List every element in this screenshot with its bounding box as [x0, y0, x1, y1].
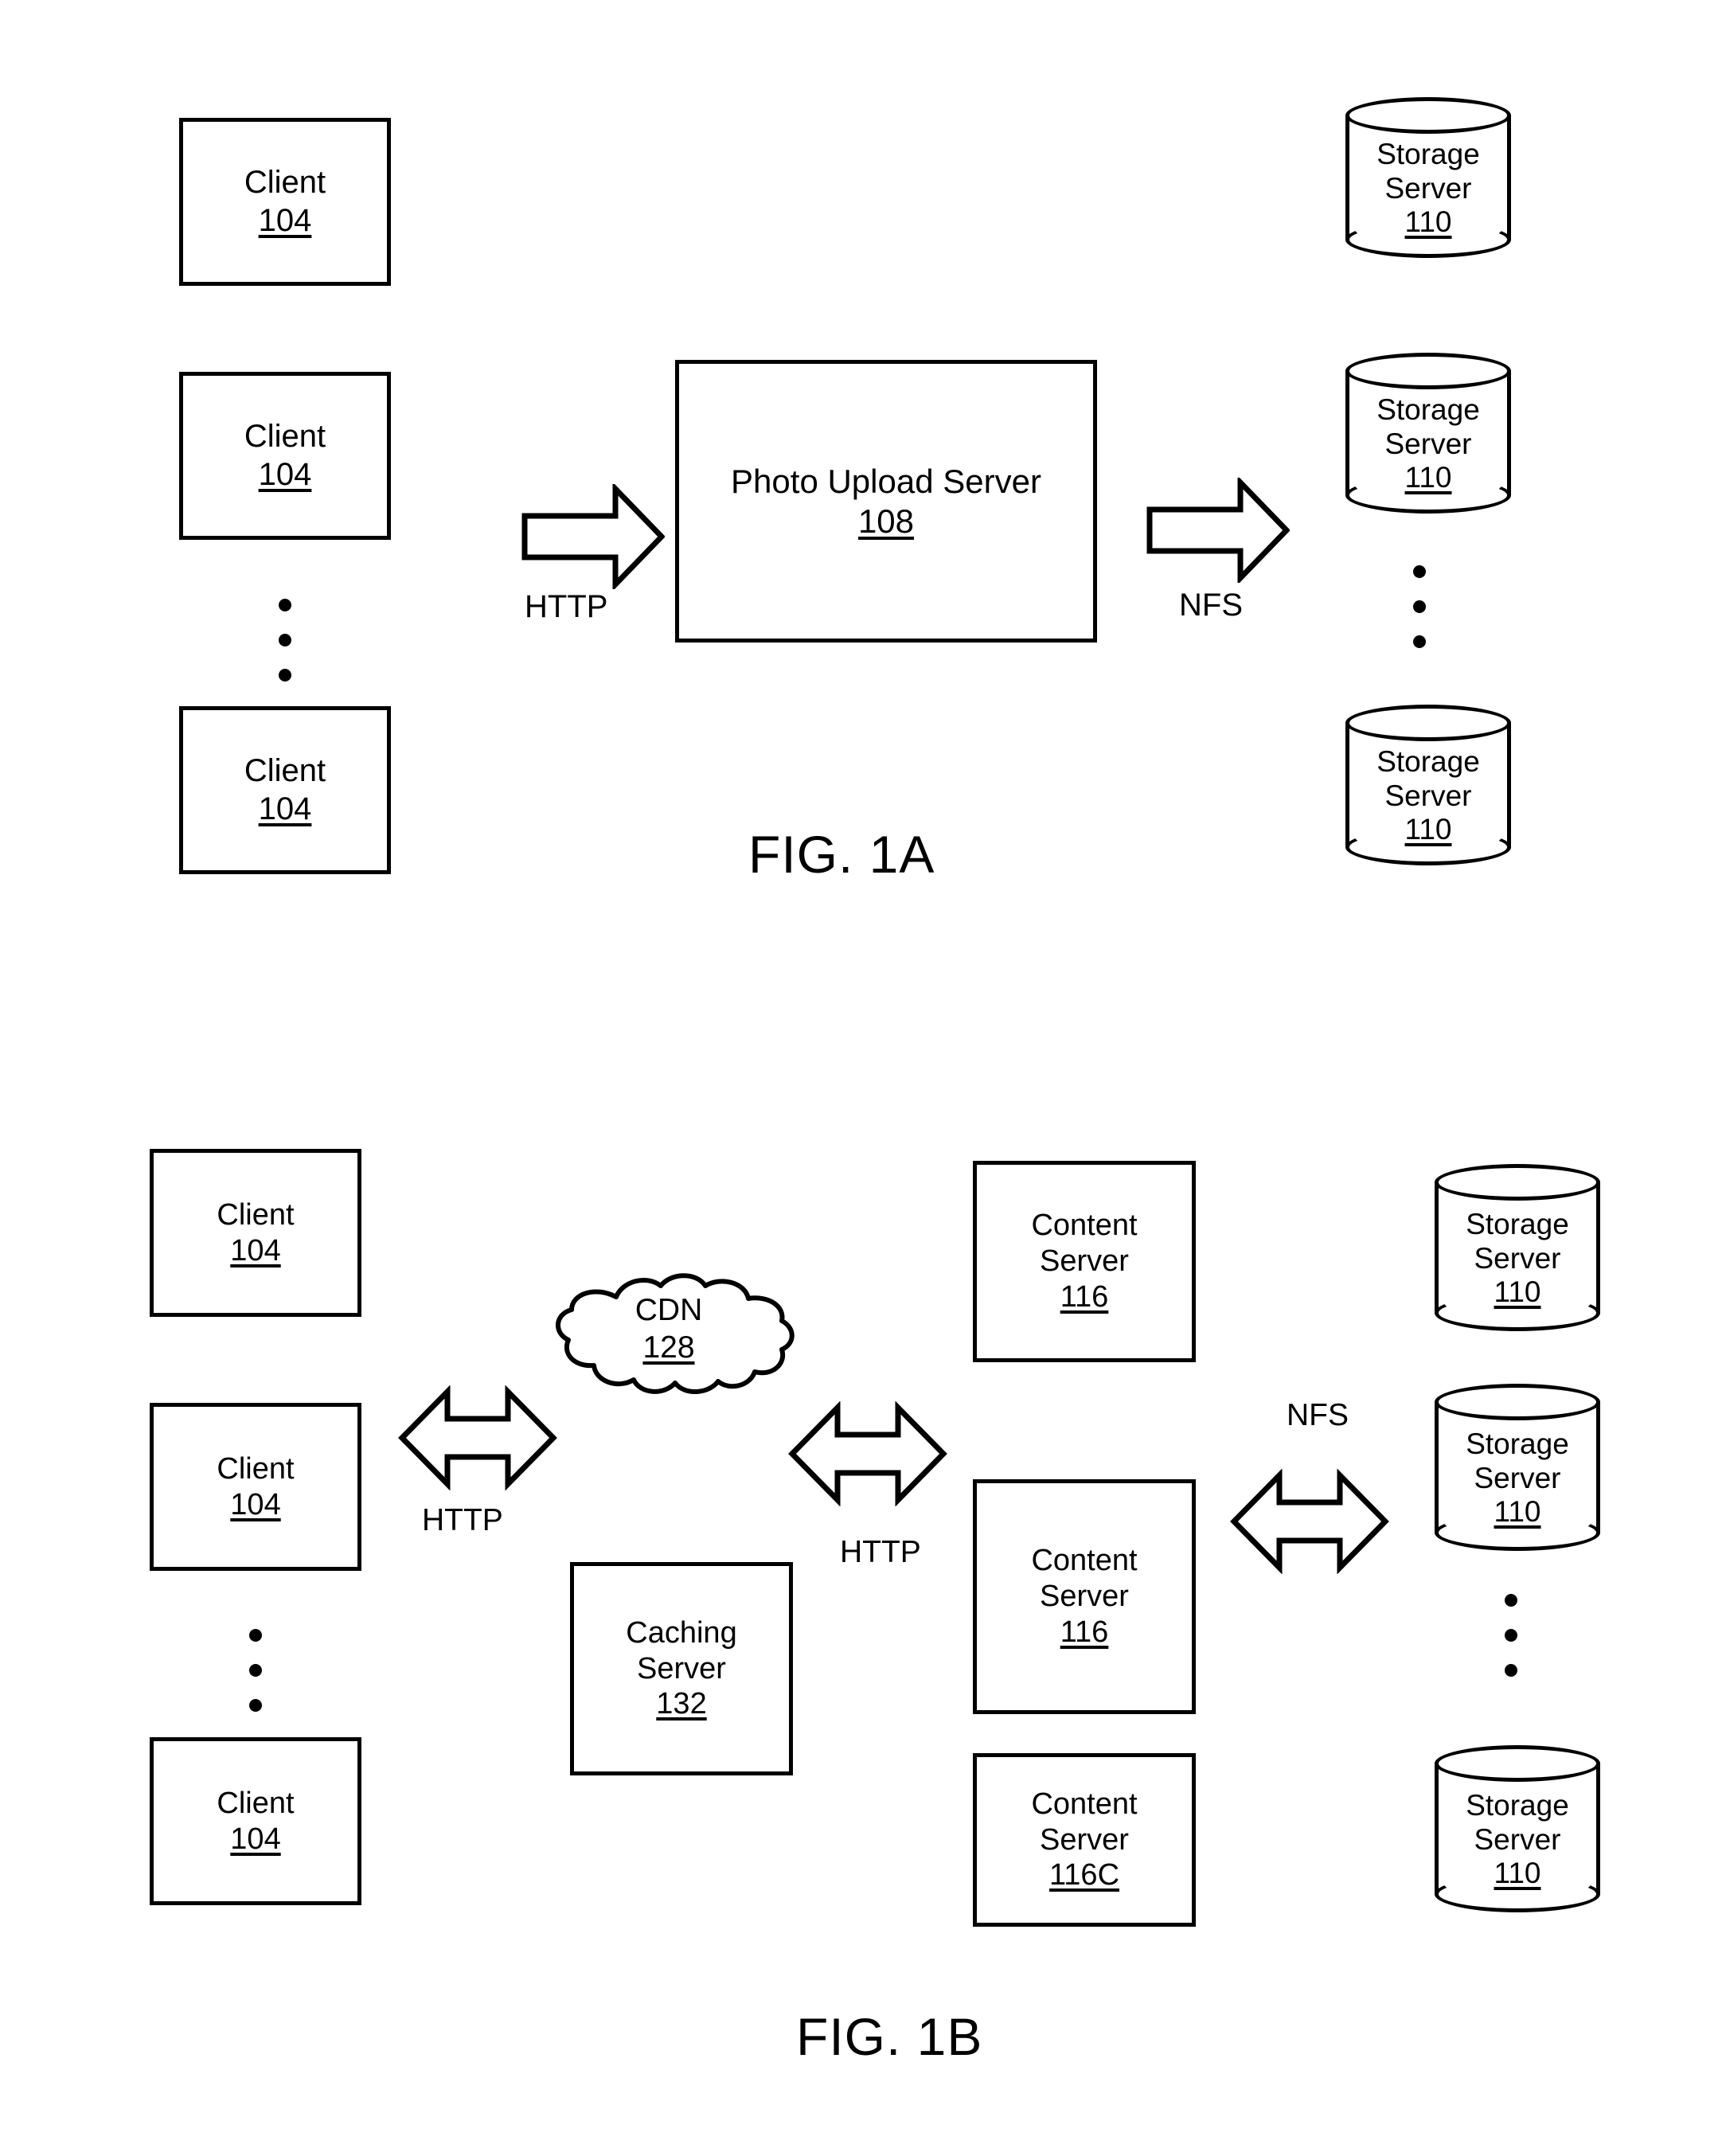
ellipsis-dot: [1505, 1629, 1517, 1642]
client-ref: 104: [258, 456, 312, 492]
client-box-1a-3: Client 104: [179, 706, 391, 874]
storage-server-label-line1: Storage: [1466, 1788, 1569, 1822]
ellipsis-dot: [1413, 565, 1426, 578]
ellipsis-dot: [1505, 1664, 1517, 1677]
ellipsis-dot: [249, 1699, 262, 1712]
nfs-arrow-1a: [1146, 478, 1290, 583]
content-server-label-line2: Server: [1040, 1822, 1129, 1857]
storage-server-ref: 110: [1494, 1495, 1541, 1529]
storage-server-1b-1: Storage Server 110: [1435, 1164, 1600, 1331]
ellipsis-dot: [249, 1629, 262, 1642]
storage-server-ref: 110: [1494, 1857, 1541, 1890]
content-server-label-line2: Server: [1040, 1580, 1129, 1614]
content-server-label-line1: Content: [1031, 1209, 1138, 1243]
patent-figure-sheet: Client 104 Client 104 Client 104 HTTP Ph…: [0, 0, 1722, 2156]
storage-server-label-line1: Storage: [1376, 137, 1480, 170]
storage-server-label-line2: Server: [1474, 1461, 1561, 1494]
content-server-box-3: Content Server 116C: [973, 1753, 1196, 1927]
client-box-1b-1: Client 104: [150, 1149, 361, 1317]
client-ref: 104: [230, 1487, 281, 1521]
storage-server-1a-3: Storage Server 110: [1345, 705, 1511, 865]
nfs-label-1b: NFS: [1287, 1398, 1349, 1432]
figure-1b-caption: FIG. 1B: [796, 2007, 983, 2066]
storage-server-ref: 110: [1404, 205, 1452, 239]
storage-server-label-line1: Storage: [1466, 1207, 1569, 1240]
client-box-1a-1: Client 104: [179, 118, 391, 286]
ellipsis-dot: [249, 1664, 262, 1677]
storage-server-1b-2: Storage Server 110: [1435, 1384, 1600, 1551]
client-box-1b-3: Client 104: [150, 1737, 361, 1905]
storage-server-ref: 110: [1494, 1275, 1541, 1309]
photo-upload-server-ref: 108: [857, 502, 915, 540]
content-server-label-line1: Content: [1031, 1544, 1138, 1578]
storage-server-label-line2: Server: [1474, 1241, 1561, 1275]
client-box-1b-2: Client 104: [150, 1403, 361, 1571]
caching-server-box: Caching Server 132: [570, 1562, 793, 1775]
ellipsis-dot: [279, 669, 291, 682]
content-server-label-line2: Server: [1040, 1244, 1129, 1279]
storage-server-ref: 110: [1404, 813, 1452, 846]
nfs-label-1a: NFS: [1179, 588, 1243, 623]
http-arrow-1b-left: [398, 1385, 557, 1490]
client-ref: 104: [258, 202, 312, 238]
ellipsis-dot: [279, 634, 291, 646]
client-label: Client: [217, 1451, 295, 1486]
photo-upload-server-label: Photo Upload Server: [731, 462, 1041, 500]
client-box-1a-2: Client 104: [179, 372, 391, 540]
storage-server-label-line1: Storage: [1376, 744, 1480, 778]
caching-server-label-line1: Caching: [626, 1615, 737, 1650]
ellipsis-dot: [1413, 600, 1426, 613]
storage-vertical-ellipsis-1b: [1505, 1594, 1517, 1677]
nfs-arrow-1b: [1230, 1469, 1389, 1574]
content-server-box-2: Content Server 116: [973, 1479, 1196, 1714]
client-vertical-ellipsis-1a: [279, 599, 291, 682]
cdn-cloud: CDN 128: [533, 1270, 804, 1401]
ellipsis-dot: [1413, 635, 1426, 648]
client-label: Client: [217, 1197, 295, 1232]
ellipsis-dot: [1505, 1594, 1517, 1607]
client-label: Client: [244, 419, 326, 455]
photo-upload-server-box: Photo Upload Server 108: [675, 360, 1097, 643]
client-label: Client: [244, 753, 326, 789]
client-ref: 104: [230, 1233, 281, 1267]
http-label-1b-right: HTTP: [840, 1535, 921, 1569]
storage-server-label-line2: Server: [1384, 779, 1472, 812]
ellipsis-dot: [279, 599, 291, 611]
caching-server-label-line2: Server: [637, 1651, 726, 1685]
storage-server-label-line2: Server: [1384, 171, 1472, 205]
content-server-ref: 116: [1060, 1279, 1109, 1314]
storage-server-label-line2: Server: [1384, 427, 1472, 460]
storage-server-label-line1: Storage: [1376, 393, 1480, 426]
http-label-1a: HTTP: [525, 589, 608, 624]
content-server-box-1: Content Server 116: [973, 1161, 1196, 1362]
storage-server-label-line1: Storage: [1466, 1427, 1569, 1460]
client-ref: 104: [230, 1822, 281, 1856]
content-server-label-line1: Content: [1031, 1787, 1138, 1821]
cdn-label: CDN: [635, 1293, 703, 1327]
storage-server-1a-1: Storage Server 110: [1345, 97, 1511, 258]
client-ref: 104: [258, 791, 312, 826]
caching-server-ref: 132: [656, 1687, 707, 1721]
storage-server-1a-2: Storage Server 110: [1345, 353, 1511, 514]
content-server-ref: 116C: [1048, 1858, 1120, 1892]
http-label-1b-left: HTTP: [422, 1503, 503, 1537]
figure-1a-caption: FIG. 1A: [748, 825, 935, 884]
storage-server-ref: 110: [1404, 461, 1452, 494]
client-vertical-ellipsis-1b: [249, 1629, 262, 1712]
http-arrow-1b-right: [788, 1401, 947, 1506]
cdn-ref: 128: [642, 1330, 695, 1365]
client-label: Client: [244, 165, 326, 201]
client-label: Client: [217, 1786, 295, 1820]
storage-server-1b-3: Storage Server 110: [1435, 1745, 1600, 1912]
content-server-ref: 116: [1060, 1615, 1109, 1649]
storage-server-label-line2: Server: [1474, 1822, 1561, 1856]
http-arrow-1a: [521, 484, 665, 589]
storage-vertical-ellipsis-1a: [1413, 565, 1426, 648]
